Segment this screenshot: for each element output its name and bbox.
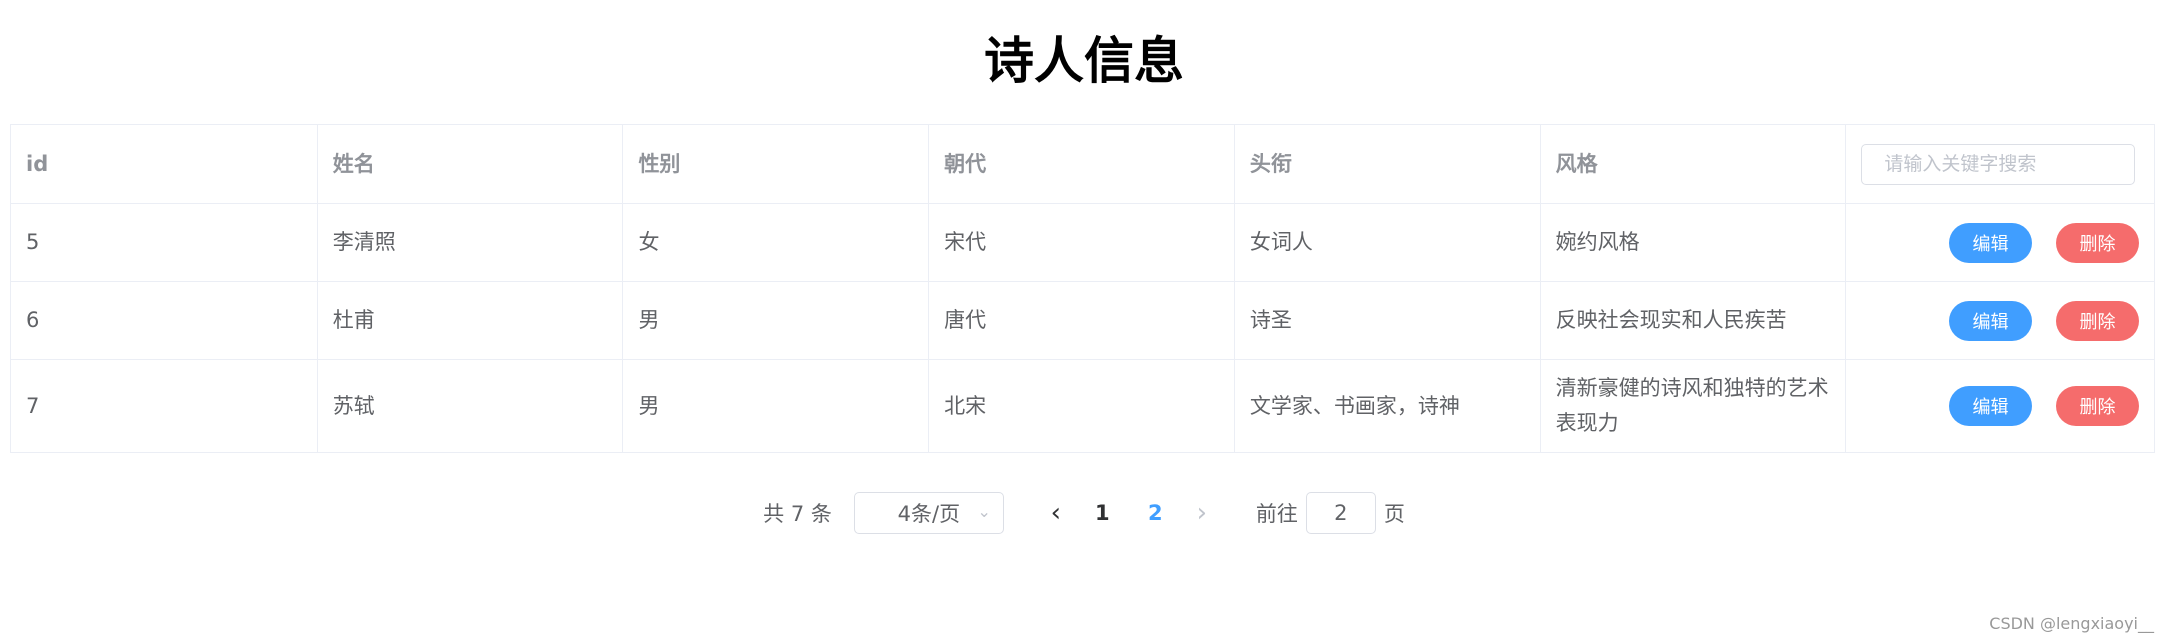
goto-suffix: 页	[1383, 502, 1405, 526]
cell-gender: 女	[623, 204, 930, 281]
table-header-row: id 姓名 性别 朝代 头衔 风格	[11, 125, 2154, 204]
delete-button[interactable]: 删除	[2056, 222, 2140, 263]
page-size-value: 4条/页	[897, 502, 961, 526]
cell-id: 6	[11, 282, 318, 359]
chevron-down-icon: ⌄	[977, 502, 991, 521]
cell-style: 清新豪健的诗风和独特的艺术表现力	[1541, 360, 1847, 452]
table-row: 6 杜甫 男 唐代 诗圣 反映社会现实和人民疾苦 编辑 删除	[11, 282, 2154, 360]
column-header-gender[interactable]: 性别	[623, 125, 930, 203]
cell-gender: 男	[623, 282, 930, 359]
delete-button[interactable]: 删除	[2056, 386, 2140, 426]
page-title: 诗人信息	[984, 32, 1184, 90]
cell-title: 文学家、书画家，诗神	[1235, 360, 1541, 452]
column-header-dynasty[interactable]: 朝代	[929, 125, 1235, 203]
cell-style: 婉约风格	[1541, 204, 1847, 281]
edit-button[interactable]: 编辑	[1949, 222, 2033, 263]
cell-title: 女词人	[1235, 204, 1541, 281]
cell-title: 诗圣	[1235, 282, 1541, 359]
cell-id: 7	[11, 360, 318, 452]
page-size-select[interactable]: 4条/页 ⌄	[853, 492, 1004, 534]
goto-page: 前往 页	[1256, 492, 1405, 534]
search-cell	[1846, 125, 2154, 203]
table-row: 7 苏轼 男 北宋 文学家、书画家，诗神 清新豪健的诗风和独特的艺术表现力 编辑…	[11, 360, 2154, 452]
cell-name: 李清照	[318, 204, 624, 281]
goto-prefix: 前往	[1255, 502, 1298, 526]
cell-actions: 编辑 删除	[1846, 204, 2154, 281]
chevron-right-icon[interactable]: ›	[1182, 498, 1222, 528]
column-header-id[interactable]: id	[11, 125, 318, 203]
pagination-total: 共 7 条	[763, 502, 832, 526]
pagination: 共 7 条 4条/页 ⌄ ‹ 1 2 › 前往 页	[0, 492, 2168, 534]
cell-actions: 编辑 删除	[1846, 282, 2154, 359]
cell-id: 5	[11, 204, 318, 281]
cell-actions: 编辑 删除	[1846, 360, 2154, 452]
column-header-title[interactable]: 头衔	[1235, 125, 1541, 203]
column-header-style[interactable]: 风格	[1541, 125, 1847, 203]
cell-dynasty: 唐代	[929, 282, 1235, 359]
goto-page-input[interactable]	[1305, 492, 1376, 534]
page-number-1[interactable]: 1	[1076, 501, 1129, 525]
cell-name: 杜甫	[318, 282, 624, 359]
search-input[interactable]	[1861, 143, 2136, 185]
watermark: CSDN @lengxiaoyi__	[1989, 614, 2154, 633]
column-header-name[interactable]: 姓名	[318, 125, 624, 203]
cell-dynasty: 宋代	[929, 204, 1235, 281]
edit-button[interactable]: 编辑	[1949, 300, 2033, 341]
edit-button[interactable]: 编辑	[1949, 386, 2033, 426]
cell-dynasty: 北宋	[929, 360, 1235, 452]
chevron-left-icon[interactable]: ‹	[1036, 498, 1076, 528]
cell-gender: 男	[623, 360, 930, 452]
poet-table: id 姓名 性别 朝代 头衔 风格 5 李清照 女 宋代 女词人 婉约风格 编辑…	[10, 124, 2155, 453]
delete-button[interactable]: 删除	[2056, 300, 2140, 341]
cell-name: 苏轼	[318, 360, 624, 452]
cell-style: 反映社会现实和人民疾苦	[1541, 282, 1847, 359]
table-row: 5 李清照 女 宋代 女词人 婉约风格 编辑 删除	[11, 204, 2154, 282]
page-number-2[interactable]: 2	[1129, 501, 1182, 525]
